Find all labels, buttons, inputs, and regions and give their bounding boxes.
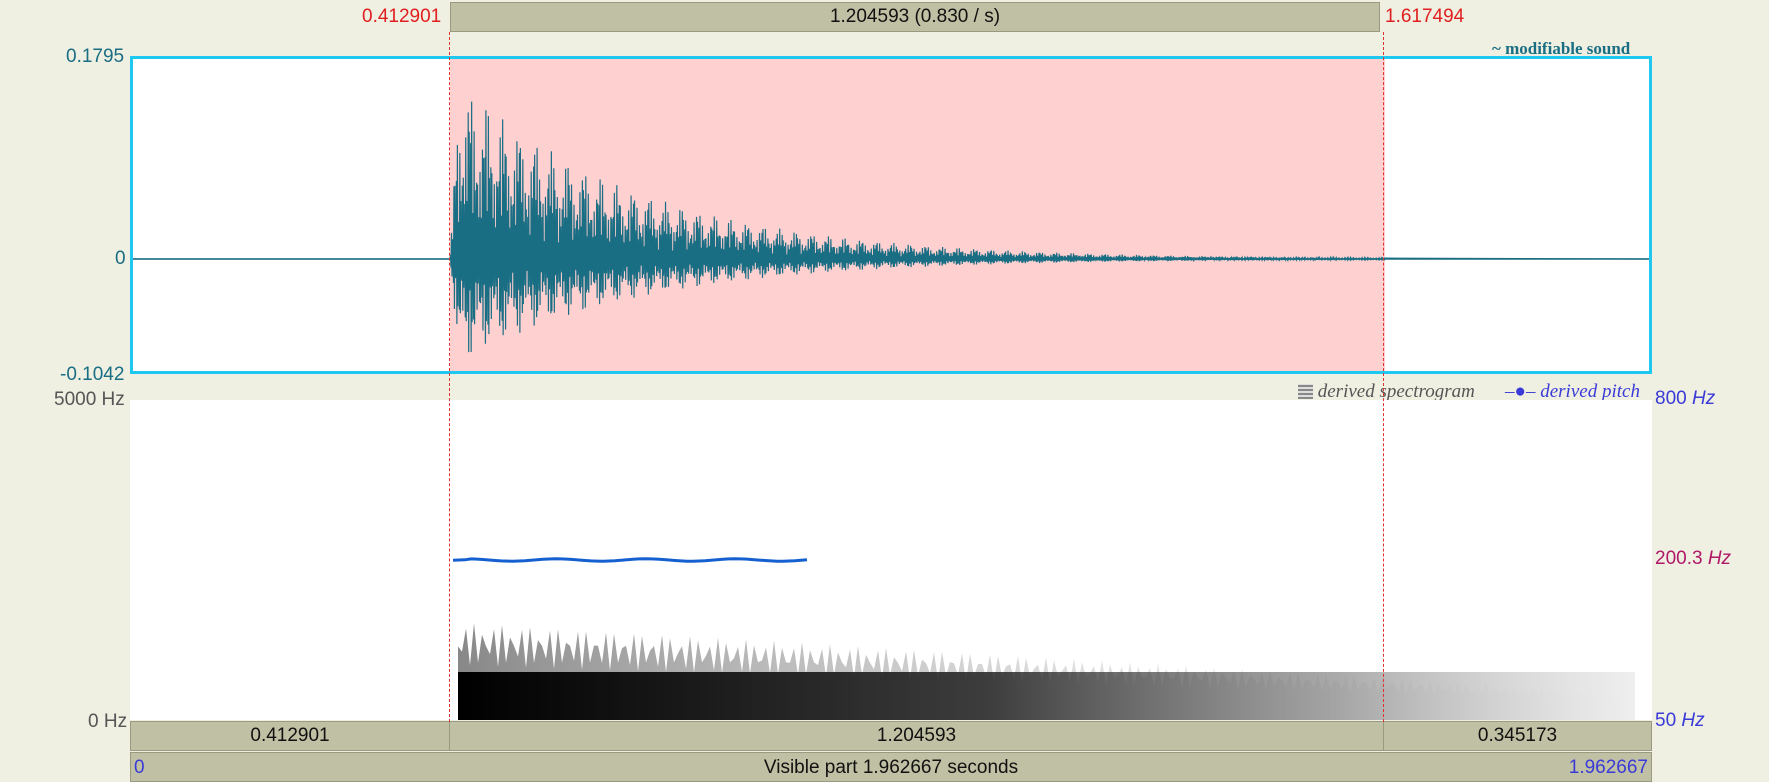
pitch-min-value: 50 bbox=[1655, 710, 1677, 731]
waveform-plot[interactable] bbox=[133, 59, 1649, 371]
segment-after-selection[interactable]: 0.345173 bbox=[1383, 721, 1652, 751]
spectrogram-plot[interactable] bbox=[130, 400, 1652, 720]
waveform-y-zero-label: 0 bbox=[115, 248, 126, 269]
pitch-min-label: 50 Hz bbox=[1655, 710, 1705, 732]
selection-end-cursor[interactable] bbox=[1383, 32, 1384, 722]
pitch-min-unit: Hz bbox=[1681, 710, 1705, 731]
waveform-panel[interactable]: ~ modifiable sound bbox=[130, 56, 1652, 374]
pitch-max-value: 800 bbox=[1655, 388, 1687, 409]
waveform-y-max-label: 0.1795 bbox=[66, 46, 125, 67]
spectrogram-panel[interactable] bbox=[130, 400, 1652, 720]
selection-end-time: 1.617494 bbox=[1385, 6, 1465, 27]
spectrogram-freq-min-label: 0 Hz bbox=[88, 711, 128, 732]
segment-before-selection[interactable]: 0.412901 bbox=[130, 721, 450, 751]
spectrogram-energy bbox=[458, 623, 1635, 720]
selection-start-time: 0.412901 bbox=[362, 6, 442, 27]
pitch-mid-value: 200.3 bbox=[1655, 548, 1703, 569]
pitch-mid-label: 200.3 Hz bbox=[1655, 548, 1731, 570]
spectrogram-legend-swatch-icon bbox=[1298, 384, 1313, 399]
waveform-selection-region bbox=[450, 59, 1385, 371]
visible-end-time: 1.962667 bbox=[1568, 757, 1648, 778]
spectrogram-low-band bbox=[458, 672, 1635, 720]
visible-part-bar[interactable]: 0 Visible part 1.962667 seconds 1.962667 bbox=[130, 752, 1652, 782]
pitch-mid-unit: Hz bbox=[1707, 548, 1732, 569]
pitch-max-label: 800 Hz bbox=[1655, 388, 1715, 410]
modifiable-sound-label-header: ~ modifiable sound bbox=[1492, 39, 1630, 59]
segment-selection[interactable]: 1.204593 bbox=[449, 721, 1384, 751]
pitch-legend-marker-icon: –●– bbox=[1505, 381, 1536, 402]
pitch-contour bbox=[452, 557, 808, 563]
spectrogram-freq-max-label: 5000 Hz bbox=[54, 389, 125, 410]
legend-spectrogram-text: derived spectrogram bbox=[1317, 381, 1475, 402]
legend-pitch-text: derived pitch bbox=[1540, 381, 1640, 402]
waveform-y-min-label: -0.1042 bbox=[60, 364, 125, 385]
visible-part-label: Visible part 1.962667 seconds bbox=[763, 757, 1019, 778]
pitch-max-unit: Hz bbox=[1691, 388, 1716, 409]
modifiable-sound-text: ~ modifiable sound bbox=[1492, 39, 1631, 58]
selection-duration-bar[interactable]: 1.204593 (0.830 / s) bbox=[450, 2, 1380, 32]
selection-start-cursor[interactable] bbox=[449, 32, 450, 722]
